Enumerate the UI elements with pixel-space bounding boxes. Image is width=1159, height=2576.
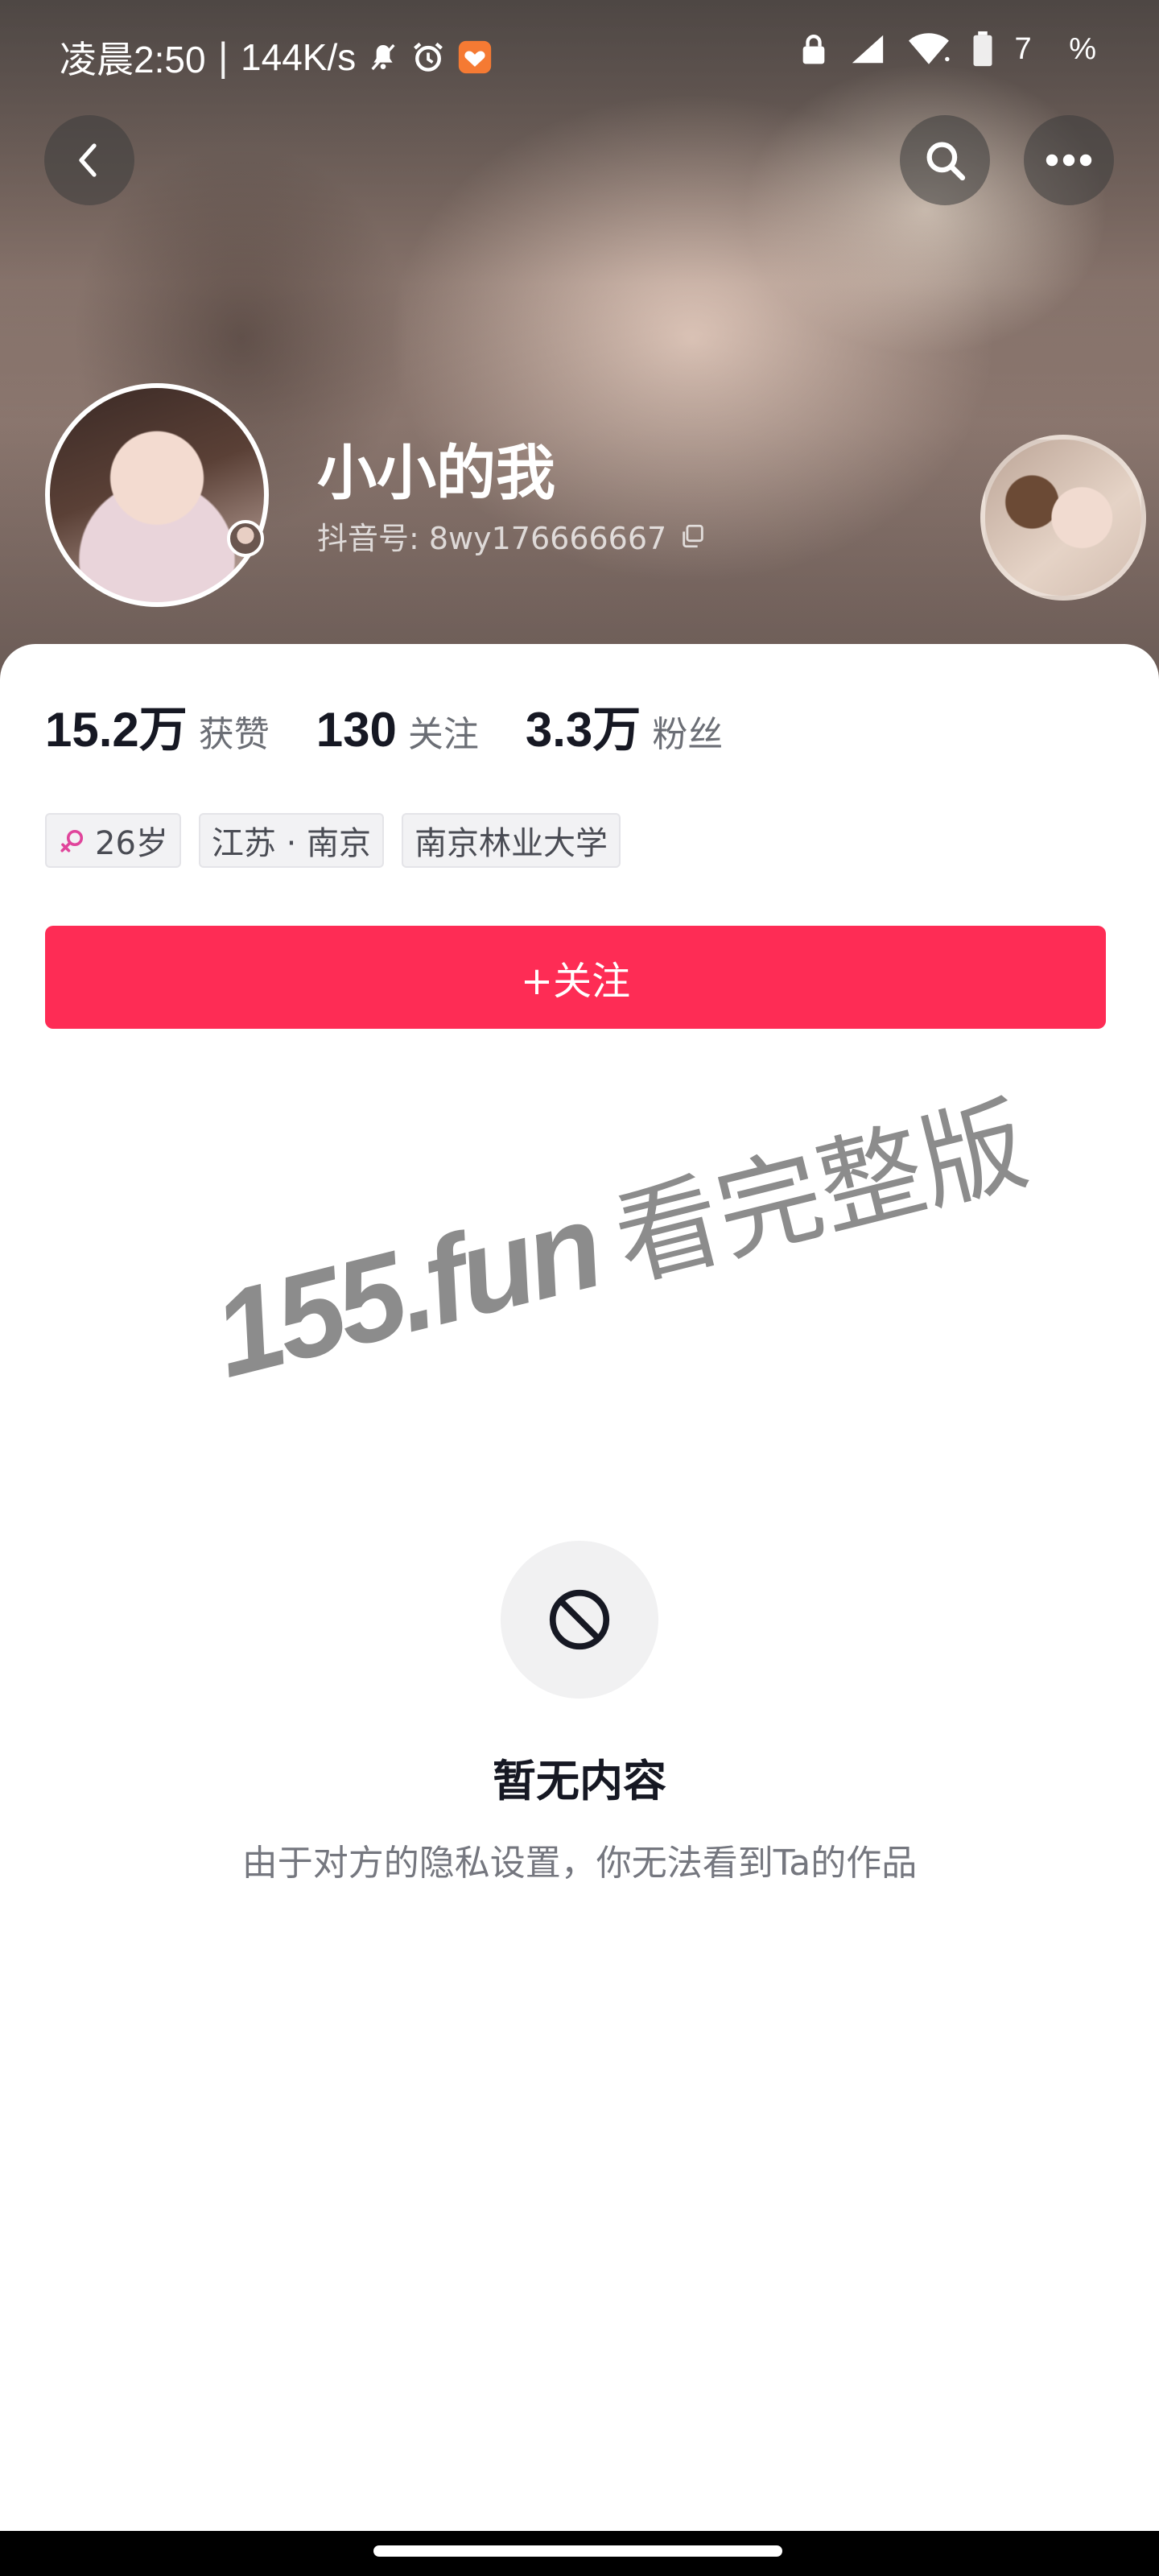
- stat-value: 130: [316, 703, 397, 757]
- more-horizontal-icon: [1044, 152, 1094, 168]
- empty-state-title: 暂无内容: [493, 1756, 666, 1806]
- search-button[interactable]: [900, 115, 990, 205]
- cellular-signal-icon: [849, 33, 886, 65]
- follow-button[interactable]: +关注: [45, 926, 1106, 1029]
- battery-icon: [971, 31, 994, 68]
- alarm-clock-icon: [410, 39, 446, 75]
- tag-location: 江苏 · 南京: [198, 813, 385, 868]
- douyin-id-row: 抖音号: 8wy176666667: [317, 514, 707, 558]
- status-left: 凌晨2:50 | 144K/s: [60, 31, 493, 84]
- avatar-badge: [227, 520, 264, 557]
- empty-state-icon-container: [501, 1541, 658, 1699]
- chevron-left-icon: [70, 141, 109, 180]
- profile-avatar[interactable]: [45, 383, 269, 607]
- tag-age: 26岁: [45, 813, 181, 868]
- more-button[interactable]: [1024, 115, 1114, 205]
- battery-percent: 7 %: [1014, 31, 1111, 66]
- prohibited-icon: [546, 1586, 613, 1653]
- profile-nickname: 小小的我: [317, 439, 555, 508]
- stat-label: 关注: [407, 714, 479, 755]
- home-indicator[interactable]: [373, 2545, 782, 2557]
- profile-tags: 26岁 江苏 · 南京 南京林业大学: [45, 813, 621, 868]
- related-account-avatar[interactable]: [980, 435, 1146, 601]
- status-bar: 凌晨2:50 | 144K/s 7 %: [0, 0, 1159, 105]
- wifi-icon: [907, 32, 951, 66]
- stat-followers[interactable]: 3.3万 粉丝: [526, 691, 723, 761]
- status-separator: |: [217, 35, 230, 79]
- stat-value: 15.2万: [45, 703, 188, 757]
- lock-icon: [799, 33, 828, 65]
- empty-state-description: 由于对方的隐私设置，你无法看到Ta的作品: [241, 1843, 918, 1884]
- search-icon: [922, 137, 968, 184]
- douyin-id-text: 抖音号: 8wy176666667: [317, 521, 667, 556]
- stats-row: 15.2万 获赞 130 关注 3.3万 粉丝: [45, 691, 769, 761]
- status-network-speed: 144K/s: [241, 36, 357, 78]
- status-right: 7 %: [799, 31, 1111, 68]
- profile-page: 凌晨2:50 | 144K/s 7 % 小小的我 抖音号: 8wy1766666…: [0, 0, 1159, 2576]
- navigation-bar: [0, 2531, 1159, 2576]
- stat-label: 获赞: [198, 714, 270, 755]
- back-button[interactable]: [44, 115, 134, 205]
- stat-value: 3.3万: [525, 703, 641, 757]
- copy-icon[interactable]: [679, 522, 707, 550]
- female-icon: [58, 826, 87, 855]
- stat-label: 粉丝: [652, 714, 724, 755]
- app-notification-icon: [457, 39, 493, 75]
- status-time: 凌晨2:50: [60, 39, 206, 80]
- tag-age-text: 26岁: [95, 825, 168, 862]
- stat-following[interactable]: 130 关注: [316, 702, 479, 758]
- bell-muted-icon: [367, 41, 399, 73]
- tag-school: 南京林业大学: [402, 813, 621, 868]
- stat-likes[interactable]: 15.2万 获赞: [45, 691, 270, 761]
